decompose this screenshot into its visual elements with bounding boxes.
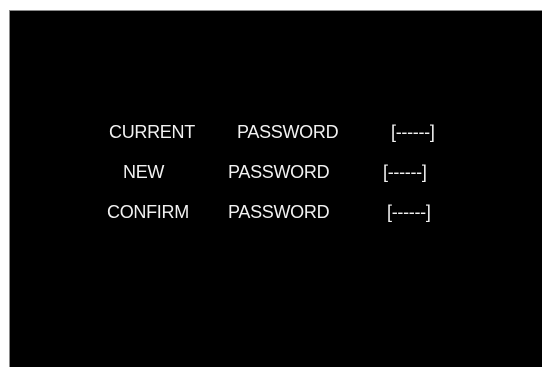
new-password-label-word: PASSWORD (228, 162, 330, 182)
new-label-word: NEW (123, 162, 165, 182)
new-password-field[interactable]: [------] (383, 162, 427, 182)
current-label-word: CURRENT (109, 122, 195, 142)
confirm-password-field[interactable]: [------] (387, 202, 431, 222)
current-password-label-word: PASSWORD (237, 122, 339, 142)
confirm-label-word: CONFIRM (107, 202, 189, 222)
password-change-screen: CURRENT PASSWORD [------] NEW PASSWORD [… (9, 10, 542, 367)
confirm-password-label-word: PASSWORD (228, 202, 330, 222)
current-password-field[interactable]: [------] (391, 122, 435, 142)
password-change-window: CURRENT PASSWORD [------] NEW PASSWORD [… (0, 0, 542, 367)
